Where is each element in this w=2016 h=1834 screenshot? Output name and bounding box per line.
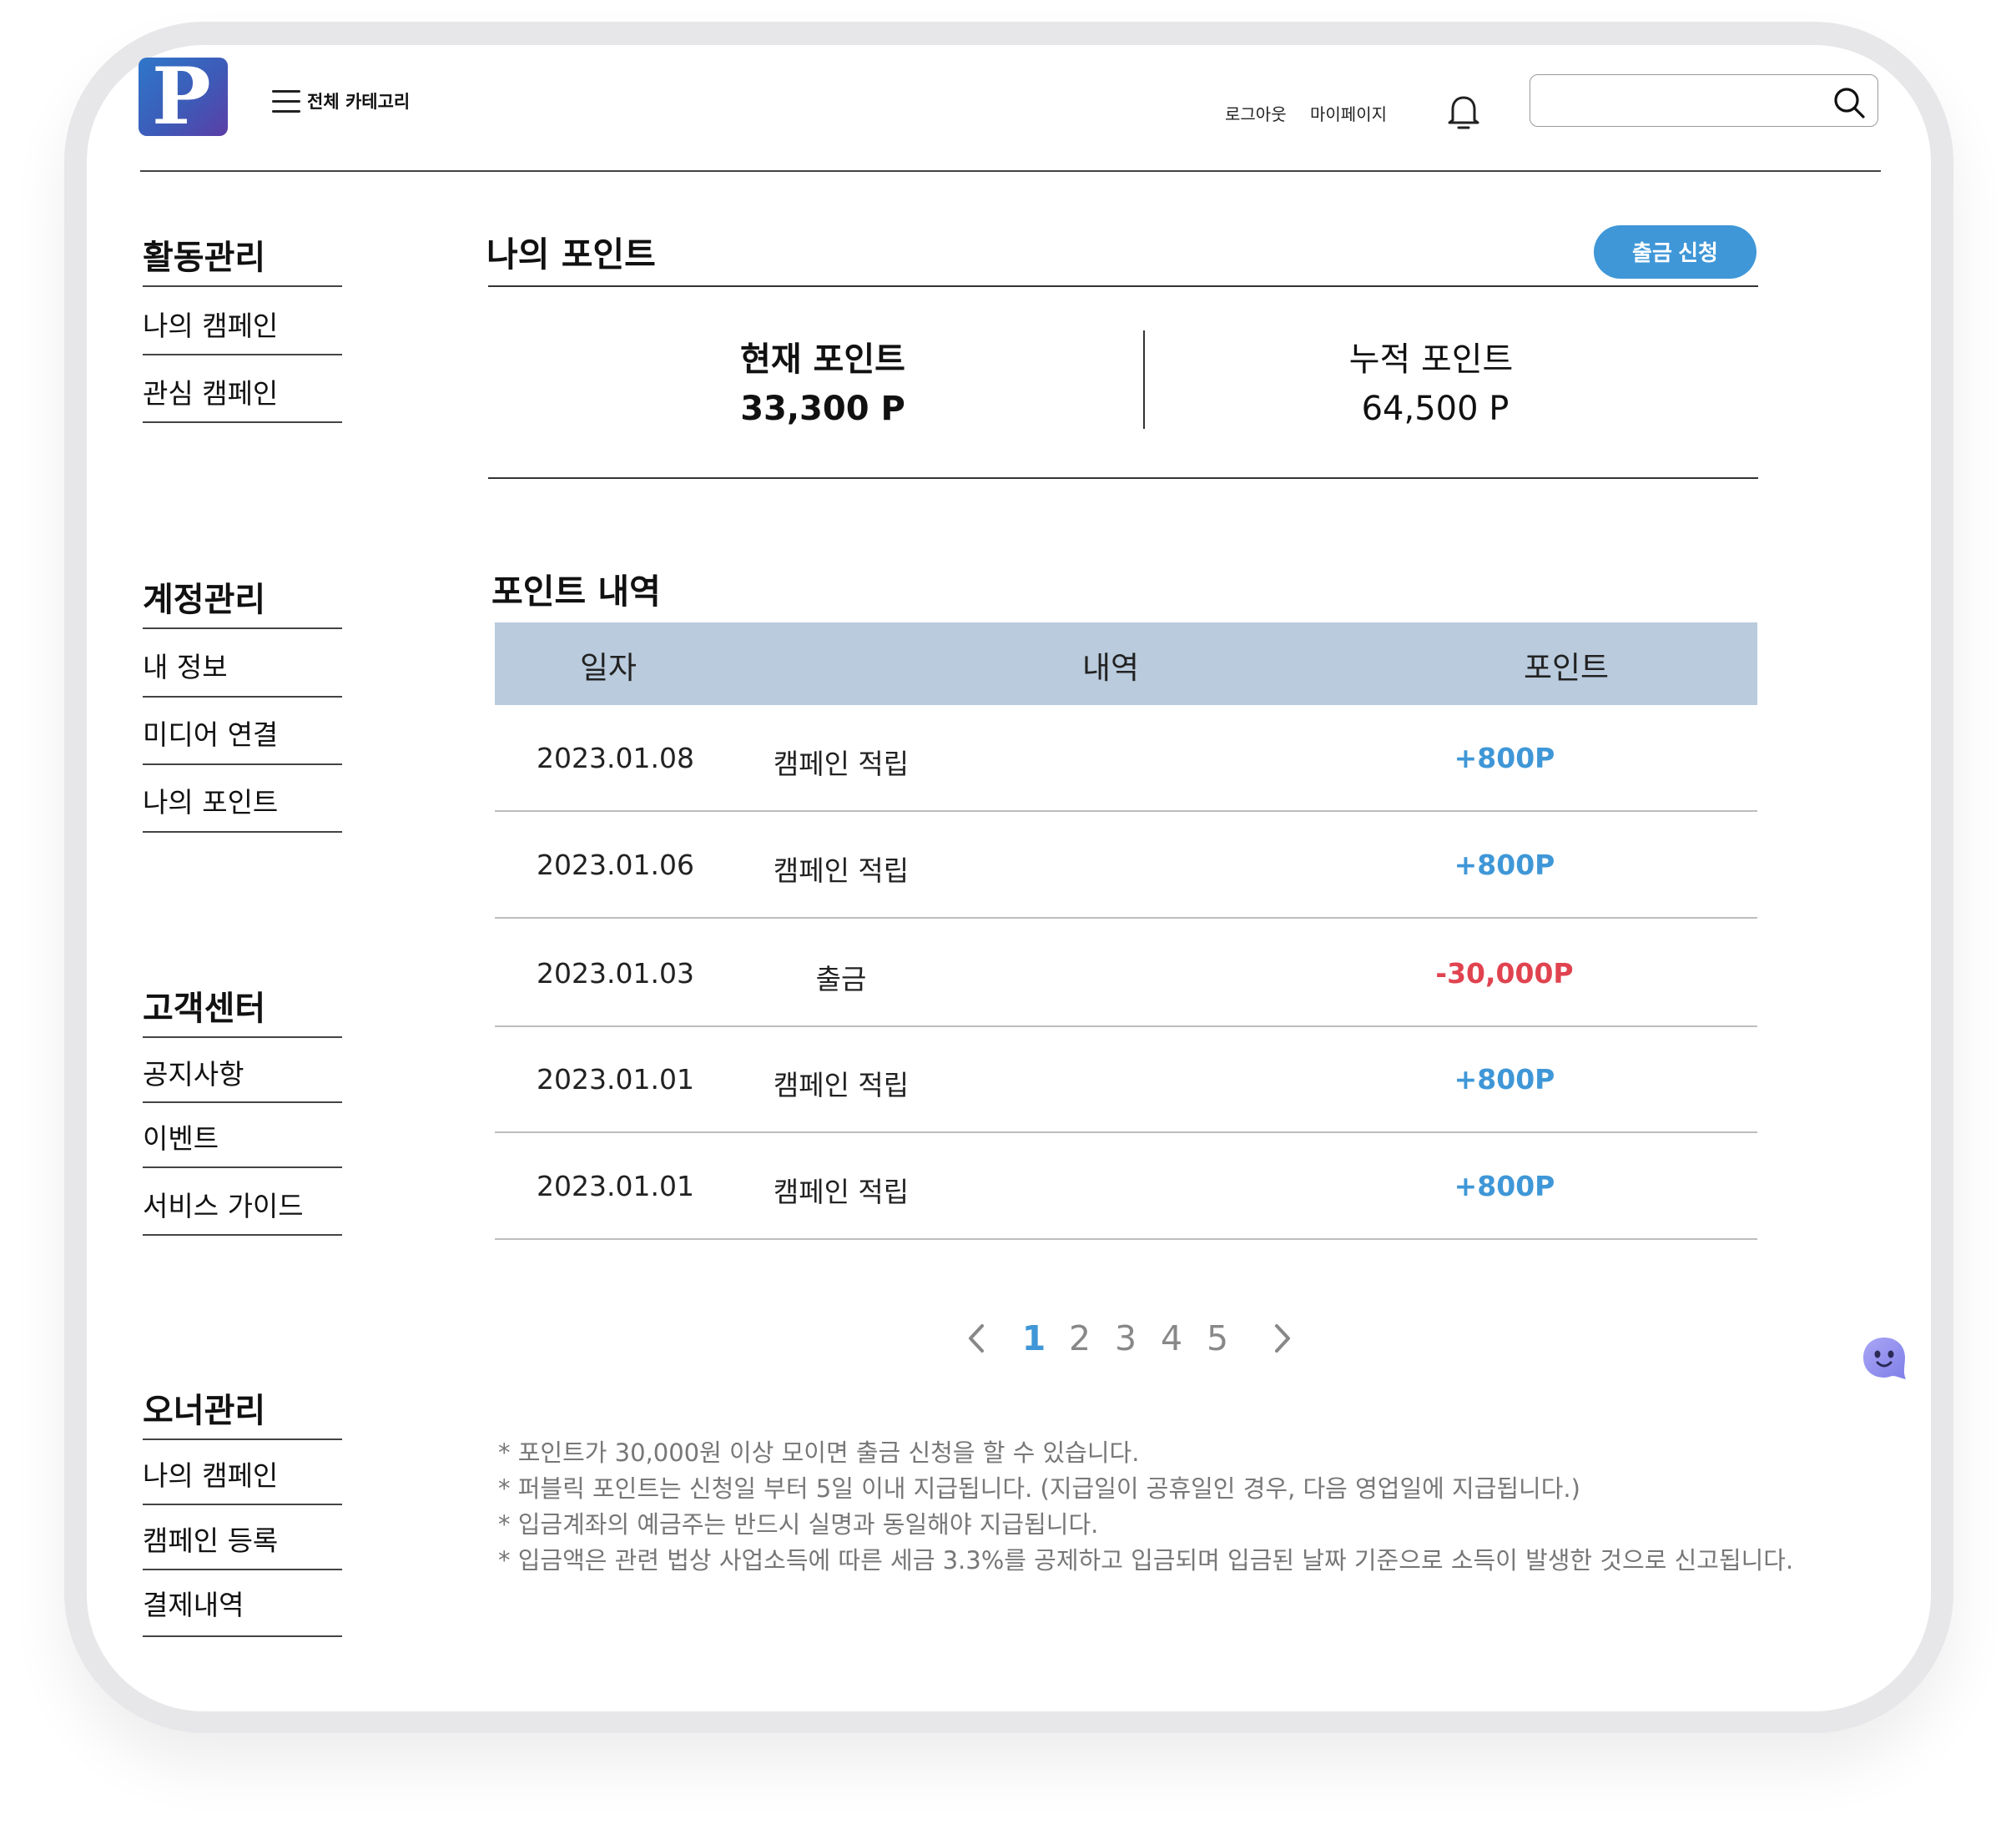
row-detail: 캠페인 적립 bbox=[773, 854, 910, 887]
row-detail: 캠페인 적립 bbox=[773, 1069, 910, 1101]
hamburger-menu-icon[interactable] bbox=[272, 90, 300, 113]
sidebar-title-account: 계정관리 bbox=[143, 581, 266, 619]
sidebar-divider bbox=[143, 696, 342, 698]
row-points: -30,000P bbox=[1435, 957, 1574, 990]
sidebar-item-my-info[interactable]: 내 정보 bbox=[143, 645, 228, 685]
sidebar-divider bbox=[143, 1569, 342, 1570]
bell-icon[interactable] bbox=[1446, 93, 1481, 131]
sidebar-item-my-campaign[interactable]: 나의 캠페인 bbox=[143, 304, 278, 344]
note-line: * 포인트가 30,000원 이상 모이면 출금 신청을 할 수 있습니다. bbox=[498, 1438, 1140, 1467]
logout-link[interactable]: 로그아웃 bbox=[1225, 101, 1287, 125]
sidebar-divider bbox=[143, 627, 342, 629]
row-points: +800P bbox=[1454, 849, 1555, 881]
current-points-value: 33,300 P bbox=[740, 390, 905, 428]
table-row: 2023.01.01 캠페인 적립 +800P bbox=[495, 1026, 1757, 1133]
sidebar-item-my-points[interactable]: 나의 포인트 bbox=[143, 780, 278, 820]
page-3[interactable]: 3 bbox=[1109, 1318, 1142, 1358]
sidebar-item-event[interactable]: 이벤트 bbox=[143, 1116, 219, 1156]
page-5[interactable]: 5 bbox=[1201, 1318, 1234, 1358]
row-detail: 캠페인 적립 bbox=[773, 748, 910, 780]
note-line: * 입금액은 관련 법상 사업소득에 따른 세금 3.3%를 공제하고 입금되며… bbox=[498, 1546, 1794, 1575]
all-categories-label[interactable]: 전체 카테고리 bbox=[307, 88, 410, 113]
sidebar-divider bbox=[143, 285, 342, 287]
sidebar-divider bbox=[143, 1101, 342, 1103]
summary-divider bbox=[488, 477, 1758, 479]
total-points-value: 64,500 P bbox=[1361, 390, 1509, 428]
sidebar-divider bbox=[143, 421, 342, 423]
sidebar-divider bbox=[143, 831, 342, 833]
withdraw-request-button[interactable]: 출금 신청 bbox=[1594, 225, 1756, 279]
sidebar-item-register-campaign[interactable]: 캠페인 등록 bbox=[143, 1519, 278, 1559]
notes: * 포인트가 30,000원 이상 모이면 출금 신청을 할 수 있습니다. *… bbox=[498, 1435, 1793, 1579]
sidebar-item-service-guide[interactable]: 서비스 가이드 bbox=[143, 1184, 304, 1224]
search-icon[interactable] bbox=[1832, 86, 1866, 119]
column-header-date: 일자 bbox=[579, 650, 638, 686]
row-detail: 출금 bbox=[815, 963, 867, 995]
sidebar-divider bbox=[143, 763, 342, 765]
sidebar-item-notice[interactable]: 공지사항 bbox=[143, 1052, 244, 1092]
note-line: * 퍼블릭 포인트는 신청일 부터 5일 이내 지급됩니다. (지급일이 공휴일… bbox=[498, 1474, 1580, 1503]
page-1[interactable]: 1 bbox=[1017, 1318, 1051, 1358]
column-header-detail: 내역 bbox=[1081, 650, 1140, 686]
logo-letter: P bbox=[152, 58, 211, 136]
chatbot-icon[interactable] bbox=[1859, 1334, 1909, 1384]
column-header-points: 포인트 bbox=[1523, 650, 1610, 686]
sidebar-divider bbox=[143, 354, 342, 355]
sidebar-divider bbox=[143, 1234, 342, 1236]
logo[interactable]: P bbox=[139, 58, 228, 136]
row-points: +800P bbox=[1454, 742, 1555, 774]
page-4[interactable]: 4 bbox=[1155, 1318, 1188, 1358]
sidebar-item-owner-campaign[interactable]: 나의 캠페인 bbox=[143, 1454, 278, 1494]
row-divider bbox=[495, 1238, 1757, 1240]
current-points-label: 현재 포인트 bbox=[740, 340, 905, 379]
sidebar-divider bbox=[143, 1438, 342, 1440]
table-row: 2023.01.08 캠페인 적립 +800P bbox=[495, 705, 1757, 812]
header-divider bbox=[140, 170, 1881, 172]
row-divider bbox=[495, 917, 1757, 919]
page-title: 나의 포인트 bbox=[486, 234, 656, 275]
sidebar-divider bbox=[143, 1036, 342, 1038]
table-row: 2023.01.06 캠페인 적립 +800P bbox=[495, 812, 1757, 919]
page-2[interactable]: 2 bbox=[1063, 1318, 1096, 1358]
sidebar-divider bbox=[143, 1166, 342, 1168]
sidebar-item-media-link[interactable]: 미디어 연결 bbox=[143, 713, 278, 753]
sidebar-item-interest-campaign[interactable]: 관심 캠페인 bbox=[143, 371, 278, 411]
history-title: 포인트 내역 bbox=[491, 572, 661, 612]
sidebar-title-support: 고객센터 bbox=[143, 990, 266, 1028]
row-detail: 캠페인 적립 bbox=[773, 1176, 910, 1208]
title-divider bbox=[488, 285, 1758, 287]
sidebar-title-activity: 활동관리 bbox=[143, 239, 266, 277]
sidebar-divider bbox=[143, 1635, 342, 1637]
sidebar-title-owner: 오너관리 bbox=[143, 1392, 266, 1430]
note-line: * 입금계좌의 예금주는 반드시 실명과 동일해야 지급됩니다. bbox=[498, 1510, 1099, 1539]
row-points: +800P bbox=[1454, 1170, 1555, 1202]
mypage-link[interactable]: 마이페이지 bbox=[1310, 101, 1387, 125]
table-row: 2023.01.03 출금 -30,000P bbox=[495, 920, 1757, 1027]
table-row: 2023.01.01 캠페인 적립 +800P bbox=[495, 1133, 1757, 1240]
points-divider bbox=[1143, 330, 1145, 429]
sidebar-item-payment-history[interactable]: 결제내역 bbox=[143, 1583, 244, 1623]
total-points-label: 누적 포인트 bbox=[1348, 340, 1514, 379]
sidebar-divider bbox=[143, 1504, 342, 1505]
search-input[interactable] bbox=[1530, 74, 1878, 127]
row-points: +800P bbox=[1454, 1063, 1555, 1096]
chevron-left-icon[interactable] bbox=[964, 1321, 989, 1356]
chevron-right-icon[interactable] bbox=[1270, 1321, 1295, 1356]
